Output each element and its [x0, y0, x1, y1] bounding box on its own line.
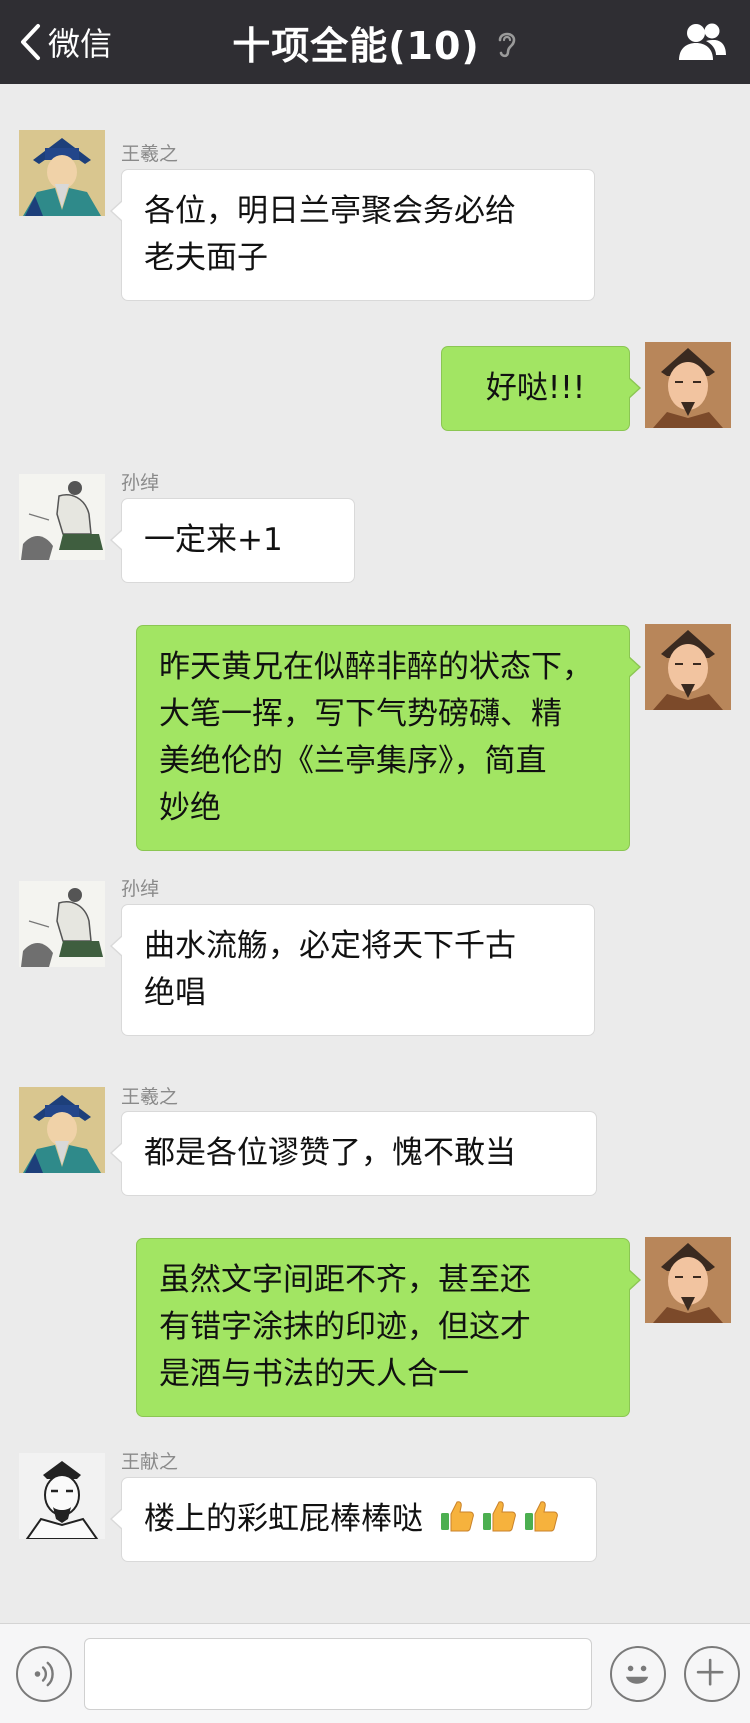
title-area: 十项全能(10) — [0, 14, 750, 70]
message-line: 虽然文字间距不齐，甚至还 — [159, 1262, 531, 1298]
message-bubble[interactable]: 曲水流觞，必定将天下千古 绝唱 — [110, 904, 595, 1036]
wang-xianzhi-portrait — [19, 1453, 105, 1539]
message-line: 美绝伦的《兰亭集序》，简直 — [159, 743, 547, 779]
self-portrait — [645, 1237, 731, 1323]
plus-icon — [696, 1658, 724, 1686]
voice-icon — [34, 1661, 54, 1687]
message-line: 大笔一挥，写下气势磅礴、精 — [159, 696, 562, 732]
message-line: 曲水流觞，必定将天下千古 — [144, 928, 516, 964]
message-line: 都是各位谬赞了，愧不敢当 — [144, 1135, 516, 1171]
avatar[interactable] — [19, 130, 105, 216]
emoji-smile-icon — [625, 1665, 649, 1684]
avatar[interactable] — [645, 342, 731, 428]
self-portrait — [645, 624, 731, 710]
message-line: 绝唱 — [144, 975, 206, 1011]
message-bubble[interactable]: 昨天黄兄在似醉非醉的状态下， 大笔一挥，写下气势磅礴、精 美绝伦的《兰亭集序》，… — [136, 625, 641, 851]
message-line: 是酒与书法的天人合一 — [159, 1356, 469, 1392]
sender-name: 王羲之 — [121, 1086, 179, 1108]
message-line: 各位，明日兰亭聚会务必给 — [144, 193, 516, 229]
avatar[interactable] — [645, 1237, 731, 1323]
more-button[interactable] — [684, 1646, 740, 1702]
avatar[interactable] — [19, 1453, 105, 1539]
message-line: 好哒!!! — [485, 370, 586, 406]
avatar[interactable] — [19, 474, 105, 560]
input-bar — [0, 1623, 750, 1723]
sender-name: 王献之 — [121, 1451, 179, 1473]
message-input[interactable] — [84, 1638, 592, 1710]
message-line: 老夫面子 — [144, 240, 268, 276]
message-line: 楼上的彩虹屁棒棒哒 — [144, 1501, 423, 1537]
voice-button[interactable] — [16, 1646, 72, 1702]
avatar[interactable] — [19, 881, 105, 967]
message-line: 昨天黄兄在似醉非醉的状态下， — [159, 649, 593, 685]
self-portrait — [645, 342, 731, 428]
message-bubble[interactable]: 都是各位谬赞了，愧不敢当 — [110, 1111, 597, 1196]
message-bubble[interactable]: 好哒!!! — [441, 346, 641, 431]
wang-xizhi-portrait — [19, 130, 105, 216]
chat-title: 十项全能(10) — [232, 23, 480, 68]
emoji-button[interactable] — [610, 1646, 666, 1702]
message-bubble[interactable]: 一定来+1 — [110, 498, 355, 583]
sun-chuo-portrait — [19, 881, 105, 967]
message-line: 一定来+1 — [144, 522, 283, 558]
wang-xizhi-portrait — [19, 1087, 105, 1173]
sender-name: 孙绰 — [121, 472, 160, 494]
avatar[interactable] — [645, 624, 731, 710]
thumbs-up-icon — [440, 1501, 474, 1532]
chat-header: 微信 十项全能(10) — [0, 0, 750, 84]
group-members-icon[interactable] — [676, 20, 728, 64]
sender-name: 王羲之 — [121, 143, 179, 165]
ear-muted-icon — [498, 32, 516, 58]
avatar[interactable] — [19, 1087, 105, 1173]
message-bubble[interactable]: 虽然文字间距不齐，甚至还 有错字涂抹的印迹，但这才 是酒与书法的天人合一 — [136, 1238, 641, 1417]
thumbs-up-icon — [482, 1501, 516, 1532]
message-line: 妙绝 — [159, 790, 221, 826]
message-bubble[interactable]: 各位，明日兰亭聚会务必给 老夫面子 — [110, 169, 595, 301]
message-bubble[interactable]: 楼上的彩虹屁棒棒哒 — [110, 1477, 597, 1562]
sender-name: 孙绰 — [121, 878, 160, 900]
sun-chuo-portrait — [19, 474, 105, 560]
message-line: 有错字涂抹的印迹，但这才 — [159, 1309, 531, 1345]
thumbs-up-icon — [524, 1501, 558, 1532]
